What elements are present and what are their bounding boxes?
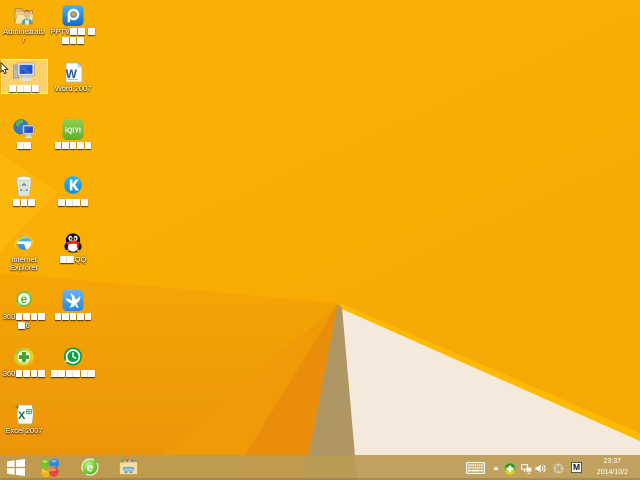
svg-text:X: X <box>18 410 26 422</box>
svg-text:W: W <box>66 67 78 81</box>
svg-text:iQIYI: iQIYI <box>65 128 81 135</box>
svg-text:e: e <box>87 460 94 474</box>
svg-text:e: e <box>21 292 28 306</box>
